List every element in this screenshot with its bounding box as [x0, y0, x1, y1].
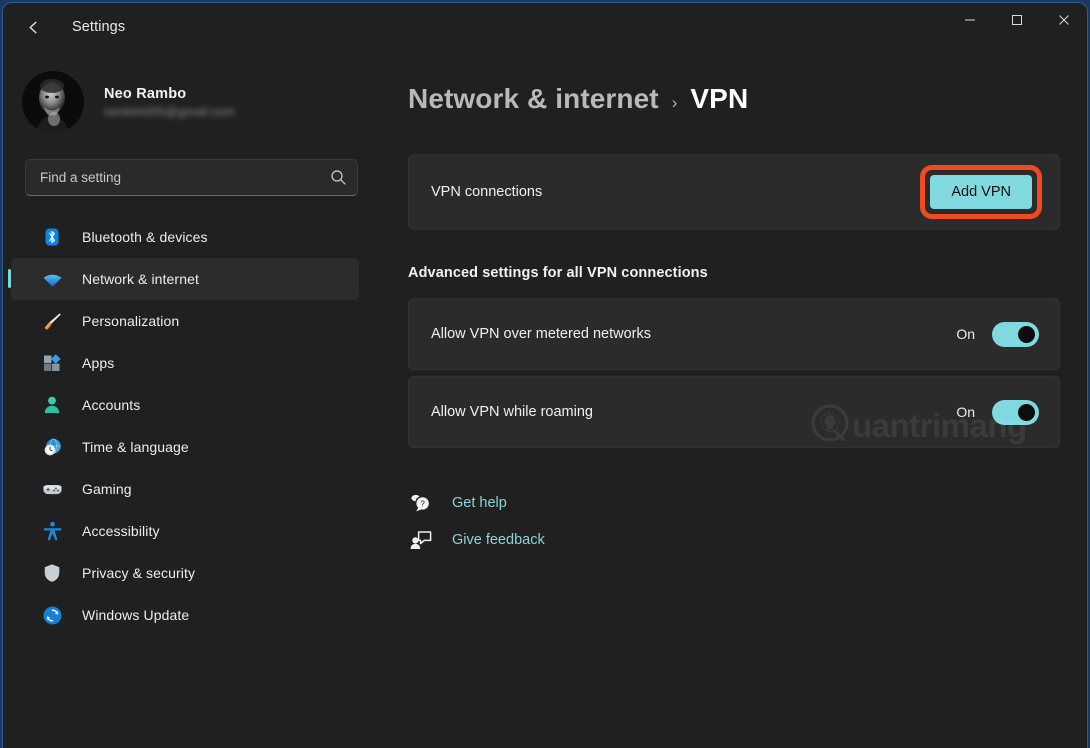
vpn-connections-label: VPN connections: [431, 184, 543, 200]
feedback-person-icon: [408, 530, 434, 550]
page-title: VPN: [690, 83, 749, 114]
back-arrow-icon: [29, 21, 37, 33]
setting-row-roaming: Allow VPN while roaming On: [408, 376, 1060, 448]
sidebar-item-gaming[interactable]: Gaming: [11, 468, 359, 510]
breadcrumb: Network & internet › VPN: [408, 83, 1087, 115]
sidebar-item-network-internet[interactable]: Network & internet: [8, 258, 359, 300]
roaming-toggle[interactable]: [992, 399, 1039, 425]
search-input[interactable]: [26, 170, 319, 185]
close-icon: [1058, 14, 1069, 25]
refresh-sync-icon: [41, 604, 63, 626]
sidebar-item-windows-update[interactable]: Windows Update: [11, 594, 359, 636]
give-feedback-label: Give feedback: [452, 531, 545, 548]
breadcrumb-separator-icon: ›: [671, 93, 678, 112]
sidebar-item-label: Network & internet: [82, 271, 199, 287]
gamepad-icon: [41, 478, 63, 500]
navigation-list: Bluetooth & devices Network & internet P…: [3, 216, 375, 636]
toggle-state-label: On: [956, 404, 975, 420]
maximize-icon: [1011, 14, 1022, 25]
metered-networks-toggle[interactable]: [992, 321, 1039, 347]
sidebar-item-personalization[interactable]: Personalization: [11, 300, 359, 342]
sidebar-item-label: Time & language: [82, 439, 189, 455]
back-button[interactable]: [17, 10, 51, 44]
sidebar-item-label: Bluetooth & devices: [82, 229, 208, 245]
toggle-knob: [1018, 403, 1035, 421]
sidebar-item-label: Windows Update: [82, 607, 190, 623]
sidebar-item-label: Privacy & security: [82, 565, 196, 581]
give-feedback-link[interactable]: Give feedback: [408, 521, 545, 558]
toggle-group: On: [956, 399, 1039, 425]
user-avatar-image: [22, 71, 84, 133]
window-controls: [946, 3, 1087, 51]
profile-text: Neo Rambo neokim005@gmail.com: [104, 86, 235, 119]
get-help-label: Get help: [452, 494, 507, 511]
profile-name: Neo Rambo: [104, 85, 187, 102]
setting-row-metered-networks: Allow VPN over metered networks On: [408, 298, 1060, 370]
main-content: Network & internet › VPN VPN connections…: [375, 51, 1087, 748]
add-vpn-highlight-annotation: Add VPN: [920, 165, 1042, 219]
close-button[interactable]: [1040, 3, 1087, 36]
sidebar: Neo Rambo neokim005@gmail.com Find a set…: [3, 51, 375, 748]
breadcrumb-parent[interactable]: Network & internet: [408, 83, 659, 115]
accessibility-person-icon: [41, 520, 63, 542]
settings-window: Settings Neo Rambo neokim005@gmail.com F…: [3, 3, 1087, 748]
title-bar: Settings: [3, 3, 1087, 51]
sidebar-item-label: Accessibility: [82, 523, 160, 539]
sidebar-item-label: Personalization: [82, 313, 180, 329]
help-question-icon: ?: [408, 493, 434, 513]
app-title: Settings: [72, 19, 126, 35]
minimize-button[interactable]: [946, 3, 993, 36]
selection-indicator: [8, 269, 11, 288]
sidebar-item-label: Apps: [82, 355, 115, 371]
wifi-icon: [41, 268, 63, 290]
svg-text:?: ?: [420, 499, 425, 508]
apps-grid-icon: [41, 352, 63, 374]
sidebar-item-label: Accounts: [82, 397, 141, 413]
sidebar-item-time-language[interactable]: Time & language: [11, 426, 359, 468]
search-icon: [319, 169, 357, 186]
get-help-link[interactable]: ? Get help: [408, 484, 507, 521]
add-vpn-button[interactable]: Add VPN: [930, 175, 1032, 209]
sidebar-item-label: Gaming: [82, 481, 132, 497]
sidebar-item-privacy-security[interactable]: Privacy & security: [11, 552, 359, 594]
person-icon: [41, 394, 63, 416]
advanced-settings-heading: Advanced settings for all VPN connection…: [408, 265, 708, 281]
sidebar-item-apps[interactable]: Apps: [11, 342, 359, 384]
shield-icon: [41, 562, 63, 584]
clock-globe-icon: [41, 436, 63, 458]
paintbrush-icon: [41, 310, 63, 332]
profile-email: neokim005@gmail.com: [104, 104, 235, 119]
toggle-state-label: On: [956, 326, 975, 342]
help-links: ? Get help Give feedback: [408, 484, 1087, 558]
toggle-group: On: [956, 321, 1039, 347]
maximize-button[interactable]: [993, 3, 1040, 36]
setting-label: Allow VPN while roaming: [431, 404, 593, 420]
sidebar-item-bluetooth-devices[interactable]: Bluetooth & devices: [11, 216, 359, 258]
sidebar-item-accessibility[interactable]: Accessibility: [11, 510, 359, 552]
vpn-connections-card: VPN connections Add VPN: [408, 154, 1060, 230]
sidebar-item-accounts[interactable]: Accounts: [11, 384, 359, 426]
toggle-knob: [1018, 325, 1035, 343]
minimize-icon: [964, 19, 975, 20]
avatar: [22, 71, 84, 133]
profile-section[interactable]: Neo Rambo neokim005@gmail.com: [22, 66, 375, 138]
bluetooth-icon: [41, 226, 63, 248]
search-box[interactable]: [25, 159, 358, 196]
setting-label: Allow VPN over metered networks: [431, 326, 651, 342]
